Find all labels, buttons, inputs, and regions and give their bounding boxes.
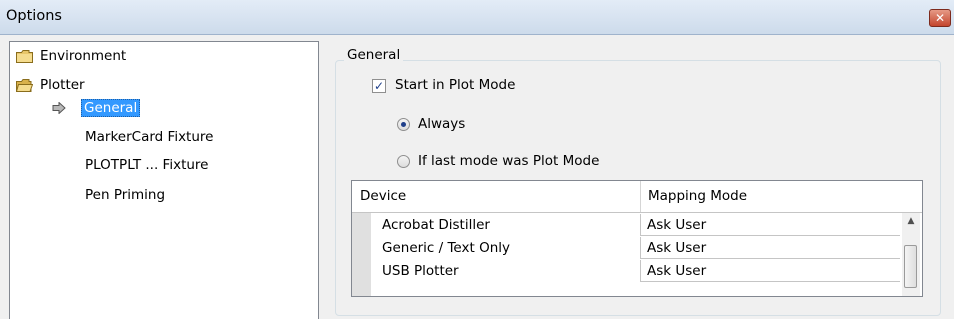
radio-selected-dot bbox=[401, 122, 406, 127]
vertical-scrollbar[interactable]: ▲ bbox=[902, 213, 920, 296]
last-mode-radio[interactable] bbox=[397, 155, 410, 168]
group-title: General bbox=[344, 47, 404, 63]
scroll-thumb[interactable] bbox=[904, 245, 917, 288]
tree-item-label: Pen Priming bbox=[85, 187, 166, 203]
tree-item-plotter[interactable]: Plotter bbox=[40, 75, 85, 95]
check-icon: ✓ bbox=[373, 79, 385, 93]
folder-open-icon bbox=[16, 79, 33, 92]
tree-item-markercard-fixture[interactable]: MarkerCard Fixture bbox=[85, 127, 213, 147]
chevron-up-icon: ▲ bbox=[907, 216, 915, 226]
device-cell: Generic / Text Only bbox=[382, 240, 510, 256]
scroll-up-button[interactable]: ▲ bbox=[902, 213, 920, 229]
options-tree[interactable]: Environment Plotter General MarkerCard F… bbox=[9, 41, 319, 319]
always-label[interactable]: Always bbox=[418, 116, 465, 132]
table-header: Device Mapping Mode bbox=[352, 181, 922, 213]
tree-item-environment[interactable]: Environment bbox=[40, 46, 126, 66]
device-cell: USB Plotter bbox=[382, 263, 459, 279]
table-row[interactable]: Acrobat Distiller Ask User bbox=[372, 214, 900, 237]
window-title: Options bbox=[6, 8, 62, 24]
tree-item-label: MarkerCard Fixture bbox=[85, 129, 214, 145]
table-row[interactable]: USB Plotter Ask User bbox=[372, 260, 900, 283]
mapping-mode-cell[interactable]: Ask User bbox=[640, 214, 900, 236]
column-divider bbox=[640, 181, 641, 212]
folder-closed-icon bbox=[16, 50, 33, 63]
close-button[interactable]: ✕ bbox=[929, 9, 951, 27]
close-icon: ✕ bbox=[934, 11, 946, 25]
tree-item-pen-priming[interactable]: Pen Priming bbox=[85, 185, 165, 205]
device-mapping-table[interactable]: Device Mapping Mode Acrobat Distiller As… bbox=[351, 180, 923, 297]
tree-item-label: Plotter bbox=[40, 77, 85, 93]
last-mode-label[interactable]: If last mode was Plot Mode bbox=[418, 153, 599, 169]
mapping-mode-cell[interactable]: Ask User bbox=[640, 237, 900, 259]
column-header-mapping-mode[interactable]: Mapping Mode bbox=[648, 181, 747, 212]
arrow-right-icon bbox=[52, 102, 66, 114]
row-selector-column bbox=[352, 213, 371, 296]
device-cell: Acrobat Distiller bbox=[382, 217, 490, 233]
tree-item-label: General bbox=[81, 99, 141, 117]
tree-item-plotplt-fixture[interactable]: PLOTPLT ... Fixture bbox=[85, 155, 209, 175]
mapping-mode-cell[interactable]: Ask User bbox=[640, 260, 900, 282]
tree-item-general[interactable]: General bbox=[81, 98, 141, 118]
tree-item-label: Environment bbox=[40, 48, 127, 64]
start-in-plot-mode-label[interactable]: Start in Plot Mode bbox=[395, 77, 515, 93]
title-bar: Options ✕ bbox=[0, 0, 954, 35]
always-radio[interactable] bbox=[397, 118, 410, 131]
column-header-device[interactable]: Device bbox=[360, 181, 406, 212]
table-row[interactable]: Generic / Text Only Ask User bbox=[372, 237, 900, 260]
tree-item-label: PLOTPLT ... Fixture bbox=[85, 157, 209, 173]
start-in-plot-mode-checkbox[interactable]: ✓ bbox=[372, 79, 386, 93]
